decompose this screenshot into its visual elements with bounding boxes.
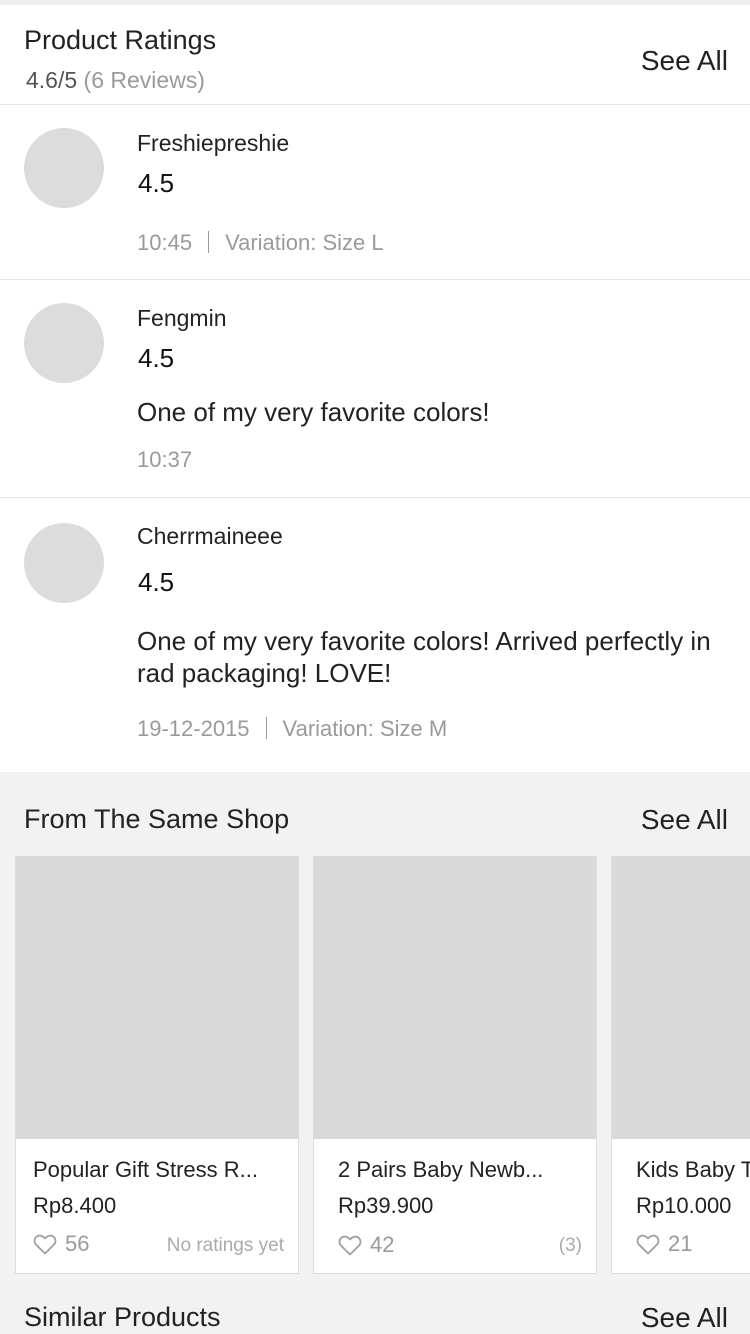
reviewer-name[interactable]: Cherrmaineee bbox=[137, 523, 283, 550]
product-price: Rp8.400 bbox=[33, 1193, 117, 1218]
same-shop-carousel[interactable]: Popular Gift Stress R... Rp8.400 56 No r… bbox=[0, 856, 750, 1276]
review-meta: 10:37 bbox=[137, 447, 192, 473]
reviewer-avatar[interactable] bbox=[24, 523, 104, 603]
same-shop-title: From The Same Shop bbox=[24, 804, 290, 834]
similar-products-title: Similar Products bbox=[24, 1302, 221, 1332]
product-ratings-title: Product Ratings bbox=[24, 25, 217, 55]
review-item: Cherrmaineee 4.5 One of my very favorite… bbox=[0, 498, 750, 772]
review-comment: One of my very favorite colors! bbox=[137, 397, 490, 427]
reviewer-avatar[interactable] bbox=[24, 128, 104, 208]
likes-count: 56 bbox=[65, 1231, 90, 1256]
review-date: 10:37 bbox=[137, 447, 193, 472]
product-likes[interactable]: 56 bbox=[33, 1231, 89, 1257]
review-score: 4.5 bbox=[138, 343, 175, 373]
similar-products-see-all-link[interactable]: See All bbox=[641, 1302, 728, 1334]
product-likes[interactable]: 42 bbox=[338, 1232, 394, 1258]
review-date: 10:45 bbox=[137, 230, 193, 255]
product-price: Rp39.900 bbox=[338, 1193, 434, 1218]
average-score: 4.6/5 bbox=[26, 67, 78, 93]
meta-separator bbox=[265, 717, 267, 739]
reviewer-name[interactable]: Fengmin bbox=[137, 305, 226, 332]
review-score: 4.5 bbox=[138, 567, 175, 597]
heart-outline-icon bbox=[338, 1235, 362, 1256]
review-item: Fengmin 4.5 One of my very favorite colo… bbox=[0, 280, 750, 498]
review-variation: Variation: Size L bbox=[225, 230, 384, 255]
product-name: Kids Baby T bbox=[636, 1157, 750, 1182]
likes-count: 21 bbox=[668, 1231, 693, 1256]
product-likes[interactable]: 21 bbox=[636, 1231, 692, 1257]
product-ratings-section: Product Ratings 4.6/5 (6 Reviews) See Al… bbox=[0, 5, 750, 772]
review-variation: Variation: Size M bbox=[282, 716, 448, 741]
review-date: 19-12-2015 bbox=[137, 716, 250, 741]
product-ratings-header: Product Ratings 4.6/5 (6 Reviews) See Al… bbox=[0, 5, 750, 105]
ratings-see-all-link[interactable]: See All bbox=[641, 45, 728, 77]
review-meta: 19-12-2015 Variation: Size M bbox=[137, 716, 447, 742]
product-image[interactable] bbox=[612, 857, 750, 1139]
meta-separator bbox=[208, 231, 210, 253]
review-score: 4.5 bbox=[138, 168, 175, 198]
product-image[interactable] bbox=[314, 857, 596, 1139]
product-price: Rp10.000 bbox=[636, 1193, 732, 1218]
heart-outline-icon bbox=[636, 1234, 660, 1255]
product-card[interactable]: Popular Gift Stress R... Rp8.400 56 No r… bbox=[15, 856, 299, 1274]
same-shop-see-all-link[interactable]: See All bbox=[641, 804, 728, 836]
heart-outline-icon bbox=[33, 1234, 57, 1255]
product-image[interactable] bbox=[16, 857, 298, 1139]
review-comment: One of my very favorite colors! Arrived … bbox=[137, 626, 711, 688]
similar-products-header: Similar Products See All bbox=[0, 1276, 750, 1334]
product-name: Popular Gift Stress R... bbox=[33, 1157, 258, 1182]
likes-count: 42 bbox=[370, 1232, 395, 1257]
ratings-summary: 4.6/5 (6 Reviews) bbox=[26, 67, 205, 94]
product-name: 2 Pairs Baby Newb... bbox=[338, 1157, 544, 1182]
same-shop-header: From The Same Shop See All bbox=[0, 772, 750, 856]
product-rating-count: (3) bbox=[558, 1235, 582, 1256]
product-rating-note: No ratings yet bbox=[166, 1235, 284, 1256]
reviewer-name[interactable]: Freshiepreshie bbox=[137, 130, 289, 157]
review-meta: 10:45 Variation: Size L bbox=[137, 230, 384, 256]
product-card[interactable]: 2 Pairs Baby Newb... Rp39.900 42 (3) bbox=[313, 856, 597, 1274]
review-item: Freshiepreshie 4.5 10:45 Variation: Size … bbox=[0, 105, 750, 280]
reviewer-avatar[interactable] bbox=[24, 303, 104, 383]
product-card[interactable]: Kids Baby T Rp10.000 21 bbox=[611, 856, 750, 1274]
review-count: (6 Reviews) bbox=[83, 67, 205, 93]
